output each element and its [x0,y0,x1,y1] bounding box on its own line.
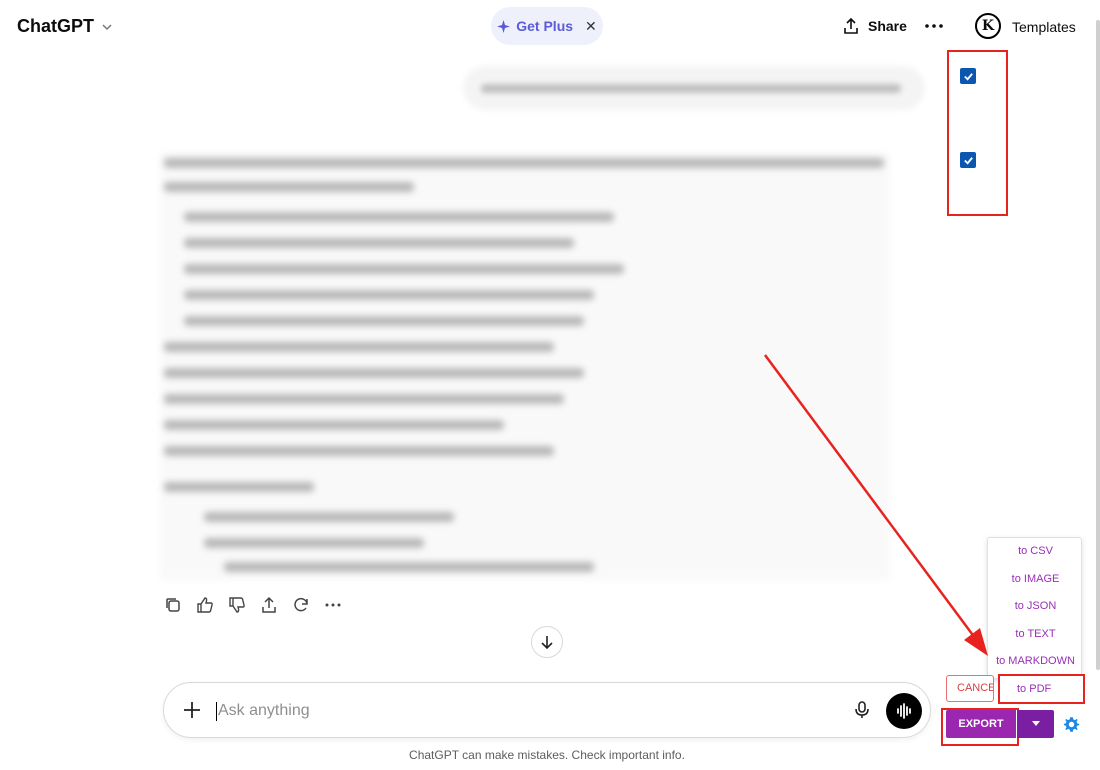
scroll-down-button[interactable] [531,626,563,658]
arrow-down-icon [541,636,553,650]
regenerate-button[interactable] [291,595,311,615]
export-to-markdown[interactable]: to MARKDOWN [988,655,1083,667]
chevron-down-icon [102,23,112,30]
thumbs-up-button[interactable] [195,595,215,615]
upload-icon [262,596,276,613]
blurred-line [164,420,504,430]
share-message-button[interactable] [259,595,279,615]
microphone-icon[interactable] [852,700,872,720]
thumbs-down-button[interactable] [227,595,247,615]
check-icon [963,156,973,165]
blurred-line [184,238,574,248]
voice-mode-button[interactable] [886,693,922,729]
sparkle-icon [497,19,511,33]
blurred-line [164,182,414,192]
select-checkbox[interactable] [960,68,976,84]
blurred-line [184,264,624,274]
blurred-line [164,482,314,492]
disclaimer: ChatGPT can make mistakes. Check importa… [409,748,685,762]
export-to-pdf[interactable]: to PDF [998,674,1085,704]
app-title: ChatGPT [17,16,95,36]
blurred-line [224,562,594,572]
scrollbar[interactable] [1096,20,1100,670]
export-dropdown-toggle[interactable] [1017,710,1054,738]
plus-icon[interactable] [182,700,202,720]
message-input[interactable] [218,696,818,726]
thumbs-down-icon [229,597,245,613]
check-icon [963,72,973,81]
select-checkbox[interactable] [960,152,976,168]
blurred-line [204,512,454,522]
blurred-line [184,212,614,222]
blurred-line [184,290,594,300]
model-selector[interactable]: ChatGPT [17,16,114,37]
blurred-text [481,84,901,93]
templates-link[interactable]: Templates [1012,19,1076,35]
more-actions-button[interactable] [323,595,343,615]
more-options-icon[interactable] [924,16,944,36]
gear-icon[interactable] [1063,716,1080,733]
share-button[interactable]: Share [842,14,907,38]
blurred-line [164,368,584,378]
export-to-image[interactable]: to IMAGE [988,573,1083,585]
blurred-line [184,316,584,326]
refresh-icon [294,597,308,612]
export-highlight [941,708,1019,746]
export-to-text[interactable]: to TEXT [988,628,1083,640]
thumbs-up-icon [197,597,213,613]
blurred-line [164,342,554,352]
blurred-line [164,446,554,456]
copy-icon [166,598,180,612]
caret-down-icon [1031,721,1040,726]
export-to-csv[interactable]: to CSV [988,545,1083,557]
get-plus-label: Get Plus [516,18,574,34]
share-label: Share [868,18,907,34]
get-plus-banner[interactable]: Get Plus ✕ [491,7,603,45]
export-menu: to CSV to IMAGE to JSON to TEXT to MARKD… [987,537,1082,679]
cancel-button[interactable]: CANCEL [946,675,994,702]
waveform-icon [897,703,911,719]
message-actions [163,595,343,615]
checkbox-highlight [947,50,1008,216]
ellipsis-icon [325,603,341,607]
copy-button[interactable] [163,595,183,615]
close-icon[interactable]: ✕ [585,18,597,35]
extension-logo[interactable]: K [975,13,1001,39]
assistant-message [160,152,890,580]
export-to-json[interactable]: to JSON [988,600,1083,612]
share-icon [844,17,858,34]
logo-letter: K [981,18,995,34]
blurred-line [164,394,564,404]
blurred-line [164,158,884,168]
text-caret [216,702,217,721]
blurred-line [204,538,424,548]
composer [163,682,931,738]
user-message-bubble [463,66,925,110]
